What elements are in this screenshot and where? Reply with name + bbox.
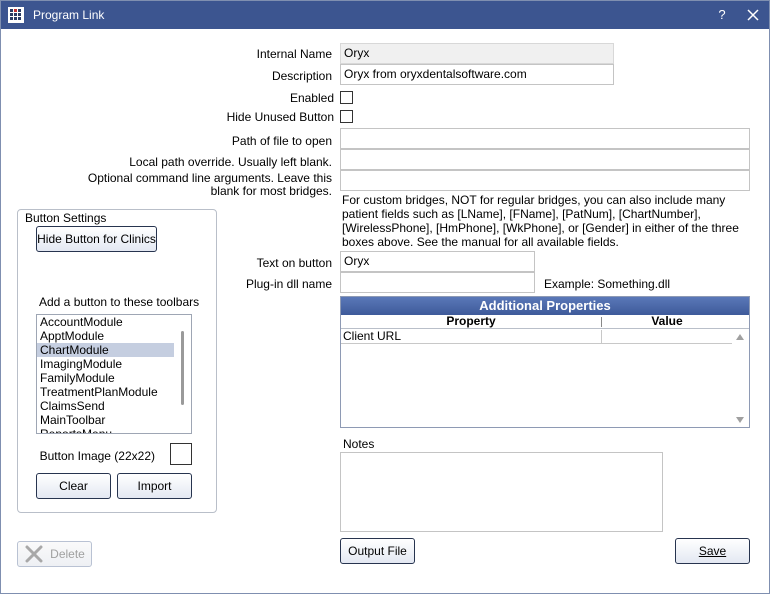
close-icon[interactable] bbox=[745, 7, 761, 23]
list-item[interactable]: TreatmentPlanModule bbox=[37, 385, 174, 399]
text-on-button-label: Text on button bbox=[256, 256, 332, 270]
scroll-down-icon[interactable] bbox=[736, 417, 744, 423]
enabled-label: Enabled bbox=[289, 91, 334, 105]
column-header-property[interactable]: Property bbox=[341, 315, 601, 328]
list-item[interactable]: ClaimsSend bbox=[37, 399, 174, 413]
hide-unused-label: Hide Unused Button bbox=[226, 110, 334, 124]
list-item[interactable]: ApptModule bbox=[37, 329, 174, 343]
internal-name-field[interactable]: Oryx bbox=[340, 43, 614, 64]
help-button[interactable]: ? bbox=[714, 7, 730, 22]
list-item[interactable]: FamilyModule bbox=[37, 371, 174, 385]
description-label: Description bbox=[271, 69, 332, 83]
hide-unused-checkbox[interactable] bbox=[340, 110, 353, 123]
delete-button[interactable]: Delete bbox=[17, 541, 92, 567]
cmd-args-label-line2: blank for most bridges. bbox=[210, 184, 332, 198]
grid-header: Property Value bbox=[341, 315, 749, 329]
grid-title: Additional Properties bbox=[341, 297, 749, 315]
output-file-button[interactable]: Output File bbox=[340, 538, 415, 564]
program-link-window: Program Link ? Internal Name Oryx Descri… bbox=[0, 0, 770, 594]
additional-properties-grid: Additional Properties Property Value Cli… bbox=[340, 296, 750, 428]
button-image-preview bbox=[170, 443, 192, 465]
description-field[interactable]: Oryx from oryxdentalsoftware.com bbox=[340, 64, 614, 85]
path-label: Path of file to open bbox=[231, 134, 332, 148]
delete-x-icon bbox=[25, 545, 43, 563]
local-path-label: Local path override. Usually left blank. bbox=[129, 155, 332, 169]
title-bar: Program Link ? bbox=[1, 1, 769, 29]
cell-separator bbox=[601, 330, 602, 344]
plugin-field[interactable] bbox=[340, 272, 535, 293]
enabled-checkbox[interactable] bbox=[340, 91, 353, 104]
button-image-label: Button Image (22x22) bbox=[39, 449, 155, 463]
internal-name-label: Internal Name bbox=[256, 47, 332, 61]
plugin-example: Example: Something.dll bbox=[544, 277, 671, 291]
clear-button[interactable]: Clear bbox=[36, 473, 111, 499]
plugin-label: Plug-in dll name bbox=[245, 277, 332, 291]
window-title: Program Link bbox=[33, 8, 105, 22]
cmd-args-field[interactable] bbox=[340, 170, 750, 191]
local-path-field[interactable] bbox=[340, 149, 750, 170]
button-settings-title: Button Settings bbox=[24, 211, 108, 225]
save-label: Save bbox=[698, 544, 727, 558]
toolbars-list: AccountModule ApptModule ChartModule Imagin… bbox=[37, 315, 191, 433]
list-item[interactable]: MainToolbar bbox=[37, 413, 174, 427]
list-item[interactable]: ReportsMenu bbox=[37, 427, 174, 433]
list-item[interactable]: ChartModule bbox=[37, 343, 174, 357]
save-button[interactable]: Save bbox=[675, 538, 750, 564]
toolbars-listbox[interactable]: AccountModule ApptModule ChartModule Imagin… bbox=[36, 314, 192, 434]
delete-label: Delete bbox=[50, 547, 85, 561]
text-on-button-field[interactable]: Oryx bbox=[340, 251, 535, 272]
column-header-value[interactable]: Value bbox=[602, 315, 732, 328]
notes-label: Notes bbox=[343, 437, 375, 451]
custom-bridge-note: For custom bridges, NOT for regular brid… bbox=[342, 193, 739, 249]
notes-textarea[interactable] bbox=[340, 452, 663, 532]
list-item[interactable]: ImagingModule bbox=[37, 357, 174, 371]
table-row[interactable]: Client URL bbox=[341, 330, 732, 344]
grid-app-icon bbox=[8, 7, 24, 23]
hide-for-clinics-button[interactable]: Hide Button for Clinics bbox=[36, 226, 157, 252]
toolbars-label: Add a button to these toolbars bbox=[39, 295, 200, 309]
cmd-args-label-line1: Optional command line arguments. Leave t… bbox=[87, 171, 332, 185]
property-cell: Client URL bbox=[343, 329, 402, 343]
scroll-up-icon[interactable] bbox=[736, 334, 744, 340]
listbox-scrollbar[interactable] bbox=[181, 331, 184, 405]
list-item[interactable]: AccountModule bbox=[37, 315, 174, 329]
grid-scrollbar[interactable] bbox=[732, 330, 749, 427]
import-button[interactable]: Import bbox=[117, 473, 192, 499]
path-field[interactable] bbox=[340, 128, 750, 149]
